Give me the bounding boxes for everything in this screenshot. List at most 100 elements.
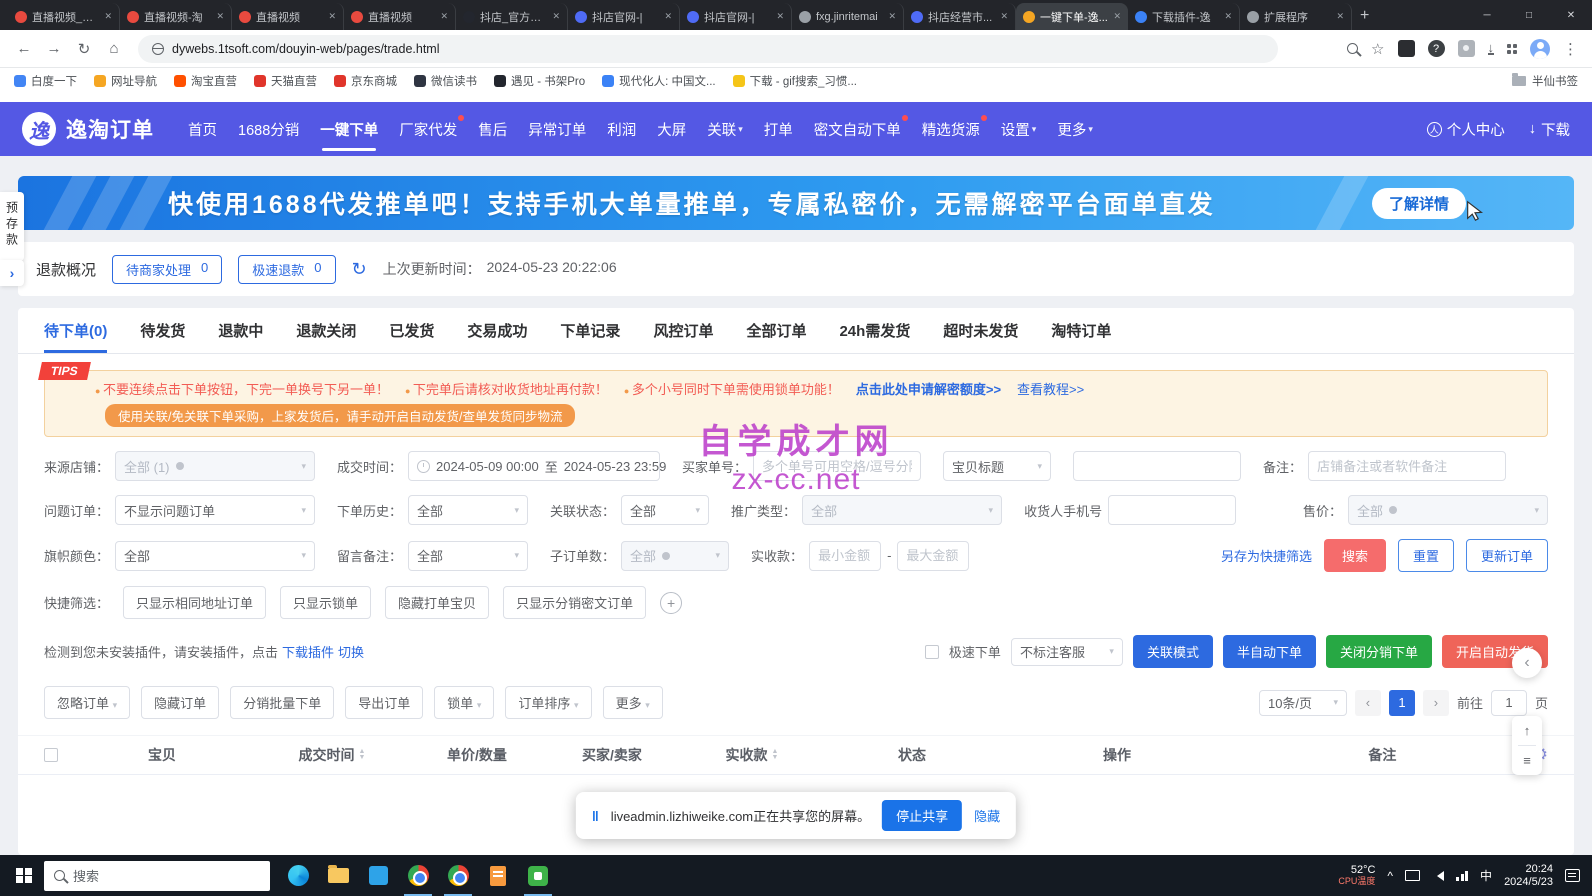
app-logo[interactable]: 逸 逸淘订单	[22, 112, 154, 146]
home-icon[interactable]: ⌂	[100, 35, 128, 63]
current-page[interactable]: 1	[1389, 690, 1415, 716]
apply-decrypt-quota-link[interactable]: 点击此处申请解密额度>>	[856, 379, 1001, 398]
flag-color-select[interactable]: 全部▾	[115, 541, 315, 571]
tab-taote-orders[interactable]: 淘特订单	[1051, 308, 1111, 353]
browser-menu-icon[interactable]: ⋮	[1563, 40, 1578, 58]
bookmark-item[interactable]: 京东商城	[334, 73, 397, 89]
back-icon[interactable]: ←	[10, 35, 38, 63]
download-link[interactable]: ↓下载	[1529, 119, 1570, 140]
zoom-icon[interactable]	[1347, 43, 1358, 54]
tab-refund-closed[interactable]: 退款关闭	[296, 308, 356, 353]
nav-item-one-click-order[interactable]: 一键下单	[320, 119, 378, 140]
tab-to-ship[interactable]: 待发货	[140, 308, 185, 353]
bookmark-item[interactable]: 淘宝直营	[174, 73, 237, 89]
tab-close-icon[interactable]: ✕	[552, 11, 560, 22]
quick-filter-cipher-only[interactable]: 只显示分销密文订单	[503, 586, 646, 619]
quick-filter-locked-only[interactable]: 只显示锁单	[280, 586, 371, 619]
taskbar-app-edge[interactable]	[278, 855, 318, 896]
notification-center-icon[interactable]	[1565, 869, 1580, 882]
promo-banner[interactable]: 快使用1688代发推单吧！支持手机大单量推单，专属私密价，无需解密平台面单直发 …	[18, 176, 1574, 230]
bookmark-star-icon[interactable]: ☆	[1371, 40, 1384, 58]
browser-tab[interactable]: 直播视频✕	[344, 3, 456, 30]
close-button[interactable]: ✕	[1550, 0, 1592, 30]
problem-order-select[interactable]: 不显示问题订单▾	[115, 495, 315, 525]
help-extension-icon[interactable]: ?	[1428, 40, 1445, 57]
tab-close-icon[interactable]: ✕	[1000, 11, 1008, 22]
bookmark-item[interactable]: 微信读书	[414, 73, 477, 89]
bookmark-item[interactable]: 天猫直营	[254, 73, 317, 89]
price-select[interactable]: 全部▾	[1348, 495, 1548, 525]
nav-item-aftersale[interactable]: 售后	[478, 119, 507, 140]
remark-input[interactable]	[1308, 451, 1506, 481]
next-page-button[interactable]: ›	[1423, 690, 1449, 716]
taskbar-clock[interactable]: 20:24 2024/5/23	[1504, 863, 1553, 889]
tampermonkey-extension-icon[interactable]	[1398, 40, 1415, 57]
more-button[interactable]: 更多 ▾	[603, 686, 663, 719]
tray-expand-icon[interactable]: ^	[1387, 869, 1393, 883]
cpu-temp-widget[interactable]: 52°C CPU温度	[1338, 865, 1375, 887]
view-tutorial-link[interactable]: 查看教程>>	[1017, 379, 1084, 398]
prev-page-button[interactable]: ‹	[1355, 690, 1381, 716]
message-remark-select[interactable]: 全部▾	[408, 541, 528, 571]
tab-close-icon[interactable]: ✕	[1113, 11, 1121, 22]
browser-tab[interactable]: 抖店经营市...✕	[904, 3, 1016, 30]
extensions-puzzle-icon[interactable]	[1458, 40, 1475, 57]
sort-icon[interactable]: ▲▼	[772, 749, 779, 761]
tab-close-icon[interactable]: ✕	[1224, 11, 1232, 22]
refund-express-badge[interactable]: 极速退款0	[238, 255, 335, 284]
address-bar[interactable]: dywebs.1tsoft.com/douyin-web/pages/trade…	[138, 35, 1278, 63]
quick-filter-hide-printed[interactable]: 隐藏打单宝贝	[385, 586, 489, 619]
tab-close-icon[interactable]: ✕	[776, 11, 784, 22]
select-all-checkbox[interactable]	[44, 748, 58, 762]
nav-item-relation[interactable]: 关联▾	[707, 119, 743, 140]
suborder-count-select[interactable]: 全部▾	[621, 541, 729, 571]
col-deal-time[interactable]: 成交时间▲▼	[252, 745, 412, 765]
tab-refunding[interactable]: 退款中	[218, 308, 263, 353]
display-icon[interactable]	[1405, 870, 1420, 881]
apps-grid-icon[interactable]	[1507, 44, 1517, 54]
downloads-icon[interactable]: ↓	[1488, 42, 1495, 55]
nav-item-big-screen[interactable]: 大屏	[657, 119, 686, 140]
network-icon[interactable]	[1456, 871, 1468, 881]
save-quick-filter-link[interactable]: 另存为快捷筛选	[1221, 546, 1312, 565]
tab-close-icon[interactable]: ✕	[664, 11, 672, 22]
browser-tab[interactable]: 抖店_官方社区✕	[456, 3, 568, 30]
buyer-order-no-input[interactable]	[753, 451, 921, 481]
nav-item-home[interactable]: 首页	[188, 119, 217, 140]
new-tab-button[interactable]: +	[1360, 7, 1369, 25]
promo-type-select[interactable]: 全部▾	[802, 495, 1002, 525]
hide-order-button[interactable]: 隐藏订单	[141, 686, 219, 719]
tab-24h-ship[interactable]: 24h需发货	[839, 308, 910, 353]
taskbar-app-chrome-2[interactable]	[438, 855, 478, 896]
paid-max-input[interactable]	[897, 541, 969, 571]
refund-pending-badge[interactable]: 待商家处理0	[112, 255, 222, 284]
bookmark-item[interactable]: 下载 - gif搜索_习惯...	[733, 73, 857, 89]
item-title-select[interactable]: 宝贝标题▾	[943, 451, 1051, 481]
minimize-button[interactable]: ─	[1466, 0, 1508, 30]
col-paid[interactable]: 实收款▲▼	[682, 745, 822, 765]
browser-tab[interactable]: 直播视频-淘✕	[120, 3, 232, 30]
ignore-order-button[interactable]: 忽略订单 ▾	[44, 686, 130, 719]
browser-tab[interactable]: 扩展程序✕	[1240, 3, 1352, 30]
tab-pending-order[interactable]: 待下单(0)	[44, 308, 107, 353]
nav-item-settings[interactable]: 设置▾	[1001, 119, 1037, 140]
nav-item-more[interactable]: 更多▾	[1057, 119, 1093, 140]
order-sort-button[interactable]: 订单排序 ▾	[505, 686, 591, 719]
paid-min-input[interactable]	[809, 541, 881, 571]
user-center-link[interactable]: 人个人中心	[1427, 119, 1505, 140]
taskbar-app-green[interactable]	[518, 855, 558, 896]
taskbar-app-chrome[interactable]	[398, 855, 438, 896]
express-order-checkbox[interactable]	[925, 645, 939, 659]
tab-shipped[interactable]: 已发货	[389, 308, 434, 353]
nav-item-factory-dropship[interactable]: 厂家代发	[399, 119, 457, 140]
nav-item-1688-distribution[interactable]: 1688分销	[238, 119, 299, 140]
batch-distribution-order-button[interactable]: 分销批量下单	[230, 686, 334, 719]
taskbar-app-store[interactable]	[358, 855, 398, 896]
tab-close-icon[interactable]: ✕	[216, 11, 224, 22]
browser-tab-active[interactable]: 一键下单-逸...✕	[1016, 3, 1128, 30]
tab-close-icon[interactable]: ✕	[104, 11, 112, 22]
taskbar-search[interactable]: 搜索	[44, 861, 270, 891]
nav-item-profit[interactable]: 利润	[607, 119, 636, 140]
ime-indicator[interactable]: 中	[1480, 867, 1492, 884]
nav-item-selected-supply[interactable]: 精选货源	[922, 119, 980, 140]
